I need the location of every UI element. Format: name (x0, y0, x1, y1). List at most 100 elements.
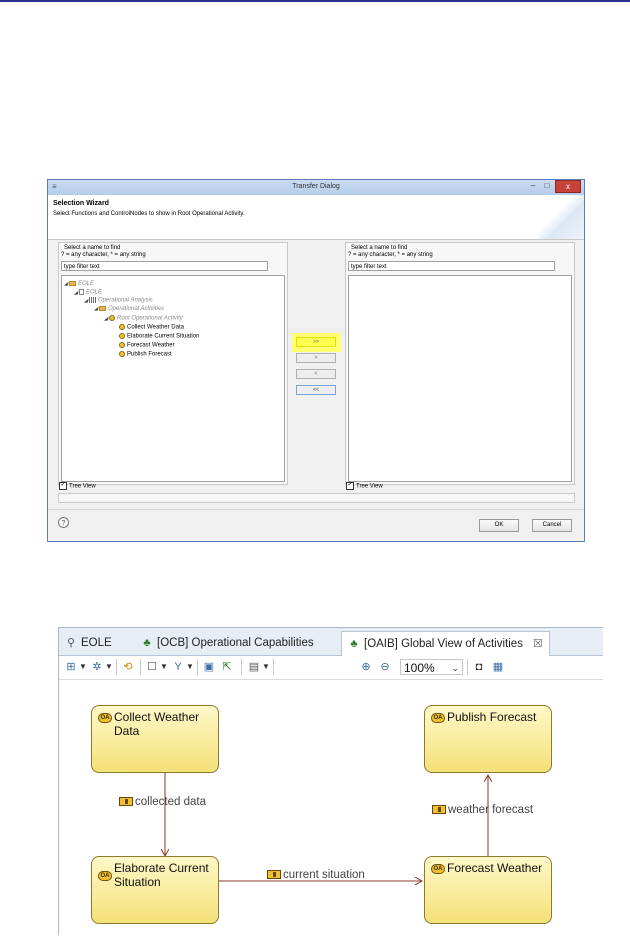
tab-label: [OAIB] Global View of Activities (364, 638, 523, 650)
wildcard-hint: ? = any character, * = any string (61, 252, 146, 258)
left-tree-view-checkbox[interactable]: ✓ Tree View (59, 482, 96, 490)
chevron-down-icon[interactable]: ▼ (79, 660, 87, 674)
diagram-icon: ♣ (143, 637, 151, 649)
remove-all-button[interactable]: << (296, 385, 336, 395)
tree-node-operational-activities[interactable]: ◢ Operational Activities (94, 306, 164, 313)
tab-eole[interactable]: ⚲ EOLE (65, 632, 112, 654)
tree-node-label: EOLE (78, 281, 95, 288)
right-tree-view-checkbox[interactable]: ✓ Tree View (346, 482, 383, 490)
activity-collect-weather-data[interactable]: OA Collect Weather Data (91, 705, 219, 773)
zoom-value: 100% (404, 661, 435, 675)
filter-input[interactable]: type filter text (348, 261, 555, 271)
dialog-titlebar: ≡ Transfer Dialog – □ x (48, 180, 584, 196)
remove-button[interactable]: < (296, 369, 336, 379)
toolbar-separator (241, 659, 242, 675)
activity-label: Collect Weather Data (114, 710, 200, 738)
chevron-down-icon[interactable]: ▼ (160, 660, 168, 674)
add-all-button[interactable]: >> (296, 337, 336, 347)
zoom-level-select[interactable]: 100% ⌄ (400, 659, 463, 675)
activity-publish-forecast[interactable]: Publish Forecast OA Publish Forecast (424, 705, 552, 773)
clipboard-icon[interactable]: ▤ (247, 660, 261, 674)
checkbox-checked-icon[interactable]: ✓ (59, 482, 67, 490)
tree-node-label: EOLE (86, 289, 103, 296)
show-element-icon[interactable]: ▣ (202, 660, 216, 674)
selected-elements-panel: Select a name to find ? = any character,… (345, 242, 575, 485)
exchange-item-icon (432, 805, 446, 815)
operational-activity-icon: OA (431, 713, 445, 723)
checkbox-label: Tree View (69, 483, 96, 490)
toolbar-separator (197, 659, 198, 675)
flow-label-collected-data[interactable]: collected data (119, 796, 206, 808)
operational-activity-icon (119, 333, 125, 339)
tree-node-label: Collect Weather Data (127, 324, 184, 331)
pin-elements-icon[interactable]: ⇱ (220, 660, 234, 674)
close-button[interactable]: x (555, 180, 581, 193)
operational-activity-icon: OA (98, 871, 112, 881)
zoom-in-icon[interactable]: ⊕ (359, 660, 373, 674)
refresh-icon[interactable]: ⟲ (121, 660, 135, 674)
tree-node-publish-forecast[interactable]: Publish Forecast (119, 351, 172, 359)
help-icon[interactable]: ? (58, 517, 69, 528)
camera-icon[interactable]: ◘ (472, 660, 486, 674)
tab-label: [OCB] Operational Capabilities (157, 637, 314, 649)
activity-label: Elaborate Current Situation (114, 861, 209, 889)
chevron-down-icon[interactable]: ▼ (262, 660, 270, 674)
editor-tab-bar: ⚲ EOLE ♣ [OCB] Operational Capabilities ♣ [… (59, 628, 603, 656)
operational-activity-icon (119, 324, 125, 330)
minimize-button[interactable]: – (527, 180, 539, 193)
tree-node-root-operational-activity[interactable]: ◢ Root Operational Activity (104, 315, 183, 323)
project-folder-icon (69, 281, 76, 286)
chevron-down-icon[interactable]: ⌄ (451, 660, 459, 676)
flow-label-weather-forecast[interactable]: weather forecast (432, 804, 533, 816)
checkbox-label: Tree View (356, 483, 383, 490)
tab-global-view-of-activities[interactable]: ♣ [OAIB] Global View of Activities ☒ (341, 631, 550, 656)
filter-input[interactable]: type filter text (61, 261, 268, 271)
wizard-header: Selection Wizard Select Functions and Co… (48, 195, 584, 240)
tree-node-label: Root Operational Activity (117, 315, 183, 322)
selected-tree[interactable] (348, 275, 572, 482)
maximize-button[interactable]: □ (540, 180, 554, 193)
tree-node-eole-model[interactable]: ◢ EOLE (74, 289, 102, 297)
model-file-icon (79, 289, 84, 295)
zoom-out-icon[interactable]: ⊖ (378, 660, 392, 674)
export-diagram-icon[interactable]: ▦ (491, 660, 505, 674)
tree-node-elaborate-current-situation[interactable]: Elaborate Current Situation (119, 333, 199, 341)
filters-icon[interactable]: Y (171, 660, 185, 674)
toolbar-separator (273, 659, 274, 675)
select-elements-icon[interactable]: ✲ (90, 660, 104, 674)
arrange-all-icon[interactable]: ⊞ (64, 660, 78, 674)
tree-node-eole-project[interactable]: ◢ EOLE (64, 281, 94, 288)
diagram-canvas[interactable]: OA Collect Weather Data Publish Forecast… (59, 680, 603, 936)
tree-node-label: Operational Activities (108, 306, 165, 313)
operational-activity-icon (119, 351, 125, 357)
tree-node-label: Elaborate Current Situation (127, 333, 200, 340)
available-tree[interactable]: ◢ EOLE ◢ EOLE ◢ Operational Analysis ◢ Opera… (61, 275, 285, 482)
tree-node-operational-analysis[interactable]: ◢ Operational Analysis (84, 297, 153, 305)
wildcard-hint: ? = any character, * = any string (348, 252, 433, 258)
diagram-editor: ⚲ EOLE ♣ [OCB] Operational Capabilities ♣ [… (58, 627, 603, 935)
tree-node-forecast-weather[interactable]: Forecast Weather (119, 342, 175, 350)
operational-activity-icon: OA (98, 713, 112, 723)
exchange-item-icon (119, 797, 133, 807)
top-border-line (0, 0, 630, 2)
cancel-button[interactable]: Cancel (532, 519, 572, 532)
diagram-icon: ♣ (350, 638, 358, 650)
flow-label-text: collected data (135, 796, 206, 808)
ok-button[interactable]: OK (479, 519, 519, 532)
checkbox-checked-icon[interactable]: ✓ (346, 482, 354, 490)
close-tab-icon[interactable]: ☒ (533, 638, 543, 650)
dialog-title: Transfer Dialog (292, 183, 340, 190)
available-elements-panel: Select a name to find ? = any character,… (58, 242, 288, 485)
flow-label-text: current situation (283, 869, 365, 881)
activity-forecast-weather[interactable]: OA Forecast Weather (424, 856, 552, 924)
chevron-down-icon[interactable]: ▼ (105, 660, 113, 674)
footer-separator (48, 509, 584, 510)
activity-elaborate-current-situation[interactable]: OA Elaborate Current Situation (91, 856, 219, 924)
layers-icon[interactable]: ☐ (145, 660, 159, 674)
tree-node-collect-weather-data[interactable]: Collect Weather Data (119, 324, 184, 332)
flow-label-current-situation[interactable]: current situation (267, 869, 365, 881)
tab-operational-capabilities[interactable]: ♣ [OCB] Operational Capabilities (141, 632, 314, 654)
chevron-down-icon[interactable]: ▼ (186, 660, 194, 674)
add-button[interactable]: > (296, 353, 336, 363)
package-folder-icon (99, 306, 106, 311)
